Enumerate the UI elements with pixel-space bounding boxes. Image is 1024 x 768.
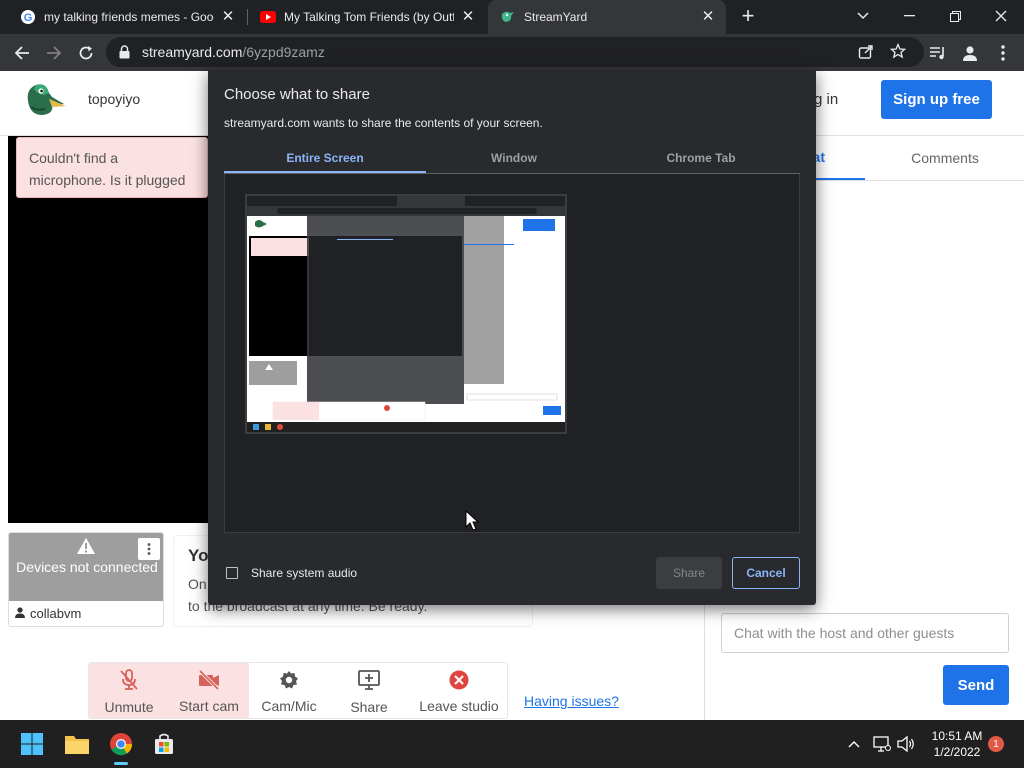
url-path: /6yzpd9zamz <box>242 44 325 60</box>
sign-up-button[interactable]: Sign up free <box>881 80 992 119</box>
close-window-button[interactable] <box>978 0 1024 32</box>
streamyard-icon <box>500 9 516 25</box>
reload-icon[interactable] <box>73 40 99 66</box>
share-audio-label: Share system audio <box>251 566 358 580</box>
person-icon <box>15 606 25 621</box>
send-button[interactable]: Send <box>943 665 1009 705</box>
clock-time: 10:51 AM <box>931 729 983 743</box>
leave-icon <box>449 670 469 693</box>
volume-icon[interactable] <box>896 734 916 754</box>
restore-button[interactable] <box>932 0 978 32</box>
browser-toolbar: streamyard.com/6yzpd9zamz <box>0 34 1024 71</box>
tab-window[interactable]: Window <box>413 143 615 173</box>
participant-menu-icon[interactable] <box>138 538 160 560</box>
share-button[interactable]: Share <box>656 557 722 589</box>
control-label: Share <box>350 698 388 715</box>
cam-mic-settings-button[interactable]: Cam/Mic <box>249 663 329 718</box>
tab-title: my talking friends memes - Goog <box>44 10 214 24</box>
active-tab-indicator <box>224 171 426 173</box>
tab-search-icon[interactable] <box>840 0 886 32</box>
share-audio-checkbox[interactable] <box>226 567 238 579</box>
share-audio-row[interactable]: Share system audio <box>226 566 357 580</box>
store-icon[interactable] <box>148 728 180 760</box>
gear-icon <box>279 670 299 693</box>
control-label: Start cam <box>179 697 239 714</box>
tab-strip: G my talking friends memes - Goog ✕ My T… <box>0 0 1024 34</box>
mouse-cursor-icon <box>465 509 480 535</box>
studio-controls: Unmute Start cam Cam/Mic Share Leave stu… <box>88 662 508 719</box>
login-link[interactable]: g in <box>814 91 838 108</box>
windows-start-icon[interactable] <box>16 728 48 760</box>
forward-arrow-icon[interactable] <box>41 40 67 66</box>
lock-icon[interactable] <box>119 45 130 62</box>
bookmark-star-icon[interactable] <box>889 42 907 62</box>
streamyard-logo-icon <box>22 79 68 119</box>
tab-title: StreamYard <box>524 10 588 24</box>
participant-card[interactable]: Devices not connected collabvm <box>8 532 164 627</box>
cancel-button[interactable]: Cancel <box>732 557 800 589</box>
screen-thumbnail[interactable] <box>245 194 567 434</box>
url-host: streamyard.com <box>142 44 243 60</box>
microphone-alert: Couldn't find a microphone. Is it plugge… <box>16 137 208 198</box>
mic-off-icon <box>119 668 139 694</box>
unmute-button[interactable]: Unmute <box>89 663 169 718</box>
tab-comments[interactable]: Comments <box>865 136 1024 180</box>
tab-chrome-tab[interactable]: Chrome Tab <box>600 143 802 173</box>
new-tab-button[interactable]: + <box>736 5 760 29</box>
start-cam-button[interactable]: Start cam <box>169 663 249 718</box>
close-icon[interactable]: ✕ <box>220 9 236 25</box>
tab-youtube[interactable]: My Talking Tom Friends (by Outfi ✕ <box>248 0 486 34</box>
close-icon[interactable]: ✕ <box>700 9 716 25</box>
network-icon[interactable] <box>872 734 892 754</box>
chat-input[interactable] <box>721 613 1009 653</box>
participant-name-row: collabvm <box>15 606 81 621</box>
share-screen-dialog: Choose what to share streamyard.com want… <box>208 70 816 605</box>
tab-entire-screen[interactable]: Entire Screen <box>224 143 426 173</box>
kebab-menu-icon[interactable] <box>990 40 1016 66</box>
control-label: Cam/Mic <box>261 697 317 714</box>
camera-off-icon <box>197 669 221 693</box>
youtube-icon <box>260 9 276 25</box>
info-title: Yo <box>188 546 209 565</box>
share-screen-button[interactable]: Share <box>329 663 409 718</box>
having-issues-link[interactable]: Having issues? <box>524 693 619 709</box>
google-icon: G <box>20 9 36 25</box>
source-list <box>224 174 800 533</box>
screen-share-icon <box>357 669 381 694</box>
participant-name: collabvm <box>30 606 82 621</box>
share-page-icon[interactable] <box>858 44 874 63</box>
leave-studio-button[interactable]: Leave studio <box>409 663 507 718</box>
clock-date: 1/2/2022 <box>933 745 981 759</box>
url-text: streamyard.com/6yzpd9zamz <box>142 44 325 60</box>
back-arrow-icon[interactable] <box>9 40 35 66</box>
participant-video: Devices not connected <box>9 533 163 601</box>
dialog-subtitle: streamyard.com wants to share the conten… <box>224 116 543 130</box>
tray-overflow-icon[interactable] <box>846 734 862 754</box>
control-label: Leave studio <box>419 697 499 714</box>
dialog-title: Choose what to share <box>224 86 370 103</box>
address-bar[interactable]: streamyard.com/6yzpd9zamz <box>106 37 924 67</box>
close-icon[interactable]: ✕ <box>460 9 476 25</box>
notification-badge[interactable]: 1 <box>988 736 1004 752</box>
chrome-icon[interactable] <box>105 728 137 765</box>
tab-streamyard[interactable]: StreamYard ✕ <box>488 0 726 34</box>
minimize-button[interactable] <box>886 0 932 32</box>
media-control-icon[interactable] <box>925 40 951 66</box>
warning-icon <box>76 537 96 558</box>
windows-taskbar: 10:51 AM 1/2/2022 <box>0 720 1024 768</box>
username-label: topoyiyo <box>88 91 141 107</box>
profile-avatar-icon[interactable] <box>957 40 983 66</box>
control-label: Unmute <box>104 698 154 715</box>
tab-google-search[interactable]: G my talking friends memes - Goog ✕ <box>8 0 246 34</box>
tab-title: My Talking Tom Friends (by Outfi <box>284 10 454 24</box>
system-clock[interactable]: 10:51 AM 1/2/2022 <box>922 728 992 760</box>
file-explorer-icon[interactable] <box>61 728 93 760</box>
svg-text:G: G <box>24 12 33 24</box>
